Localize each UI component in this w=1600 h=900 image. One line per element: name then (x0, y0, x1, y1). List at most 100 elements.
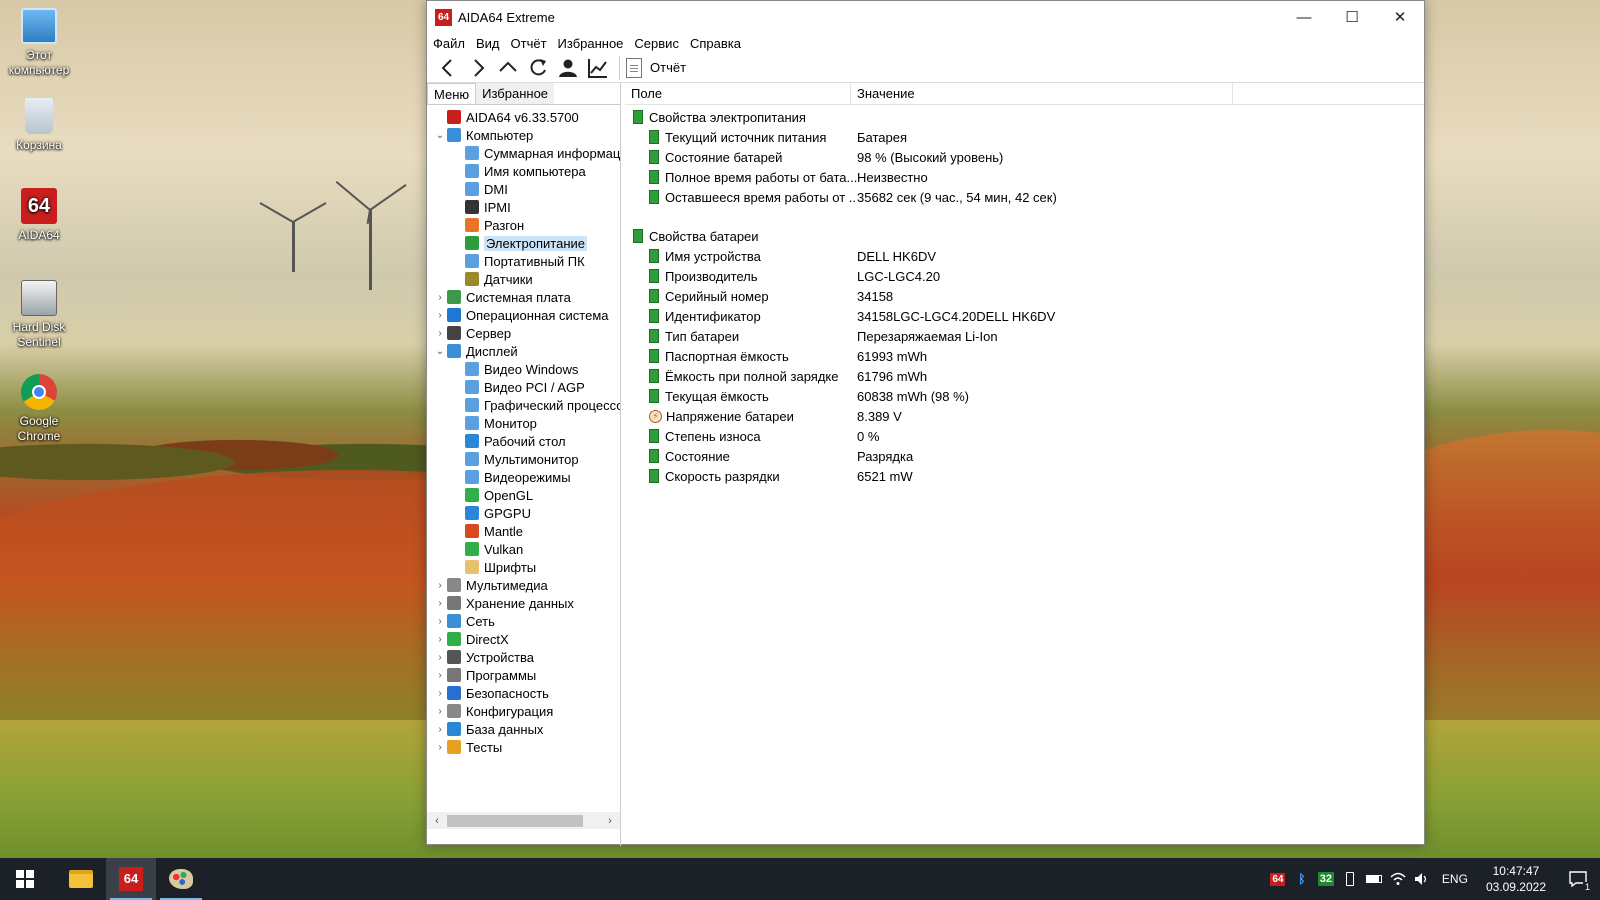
column-value[interactable]: Значение (851, 82, 1233, 105)
chevron-right-icon[interactable]: › (433, 616, 447, 627)
desktop-icon-aida64[interactable]: 64 AIDA64 (0, 188, 78, 243)
tab-menu[interactable]: Меню (427, 83, 477, 104)
tree-item[interactable]: Рабочий стол (427, 432, 620, 450)
details-row[interactable]: Текущая ёмкость 60838 mWh (98 %) (625, 386, 1424, 406)
section-header[interactable]: Свойства батареи (625, 226, 1424, 246)
tree-item[interactable]: Суммарная информация (427, 144, 620, 162)
chevron-right-icon[interactable]: › (433, 292, 447, 303)
tree-item[interactable]: Видео Windows (427, 360, 620, 378)
desktop-icon-recycle-bin[interactable]: Корзина (0, 98, 78, 153)
desktop-icon-chrome[interactable]: Google Chrome (0, 374, 78, 444)
notification-center[interactable]: 1 (1556, 858, 1600, 900)
menu-file[interactable]: Файл (433, 36, 465, 51)
chevron-down-icon[interactable]: ⌄ (433, 130, 447, 141)
tree-item[interactable]: AIDA64 v6.33.5700 (427, 108, 620, 126)
tree-item[interactable]: Портативный ПК (427, 252, 620, 270)
chart-button[interactable] (583, 54, 613, 82)
chevron-right-icon[interactable]: › (433, 706, 447, 717)
tree-item[interactable]: › Тесты (427, 738, 620, 756)
tree-item[interactable]: › Программы (427, 666, 620, 684)
menu-service[interactable]: Сервис (634, 36, 679, 51)
tree-item[interactable]: ⌄ Дисплей (427, 342, 620, 360)
tree-item[interactable]: Mantle (427, 522, 620, 540)
back-button[interactable] (433, 54, 463, 82)
tree-item[interactable]: › Операционная система (427, 306, 620, 324)
refresh-button[interactable] (523, 54, 553, 82)
tree-item[interactable]: › Хранение данных (427, 594, 620, 612)
details-row[interactable]: Производитель LGC-LGC4.20 (625, 266, 1424, 286)
clock[interactable]: 10:47:47 03.09.2022 (1476, 863, 1556, 895)
chevron-right-icon[interactable]: › (433, 652, 447, 663)
details-row[interactable]: Имя устройства DELL HK6DV (625, 246, 1424, 266)
usb-drive-icon[interactable] (1338, 858, 1362, 900)
details-row[interactable]: Тип батареи Перезаряжаемая Li-Ion (625, 326, 1424, 346)
column-field[interactable]: Поле (625, 82, 851, 105)
details-row[interactable]: Текущий источник питания Батарея (625, 127, 1424, 147)
tree-item[interactable]: › Устройства (427, 648, 620, 666)
chevron-right-icon[interactable]: › (433, 742, 447, 753)
tree-item[interactable]: GPGPU (427, 504, 620, 522)
tree-item[interactable]: IPMI (427, 198, 620, 216)
tree-item[interactable]: › База данных (427, 720, 620, 738)
menu-help[interactable]: Справка (690, 36, 741, 51)
details-row[interactable]: Скорость разрядки 6521 mW (625, 466, 1424, 486)
tree-item[interactable]: Датчики (427, 270, 620, 288)
maximize-button[interactable]: ☐ (1328, 1, 1376, 33)
tree-item[interactable]: › Сервер (427, 324, 620, 342)
menu-view[interactable]: Вид (476, 36, 500, 51)
section-header[interactable]: Свойства электропитания (625, 107, 1424, 127)
details-row[interactable]: Состояние батарей 98 % (Высокий уровень) (625, 147, 1424, 167)
close-button[interactable]: ✕ (1376, 1, 1424, 33)
chevron-right-icon[interactable]: › (433, 688, 447, 699)
tree-item[interactable]: Видеорежимы (427, 468, 620, 486)
tree-item[interactable]: › DirectX (427, 630, 620, 648)
tree-item[interactable]: › Сеть (427, 612, 620, 630)
battery-icon[interactable] (1362, 858, 1386, 900)
tree-item[interactable]: Графический процессор (427, 396, 620, 414)
tree-item[interactable]: › Мультимедиа (427, 576, 620, 594)
tree-item[interactable]: › Системная плата (427, 288, 620, 306)
tree-item[interactable]: Мультимонитор (427, 450, 620, 468)
details-row[interactable]: Состояние Разрядка (625, 446, 1424, 466)
details-row[interactable]: ⚡ Напряжение батареи 8.389 V (625, 406, 1424, 426)
title-bar[interactable]: 64 AIDA64 Extreme — ☐ ✕ (427, 1, 1424, 33)
horizontal-scrollbar[interactable]: ‹ › (427, 812, 620, 829)
forward-button[interactable] (463, 54, 493, 82)
details-row[interactable]: Оставшееся время работы от ... 35682 сек … (625, 187, 1424, 207)
tree-item[interactable]: Vulkan (427, 540, 620, 558)
tab-favorites[interactable]: Избранное (476, 83, 555, 104)
tree-item[interactable]: › Безопасность (427, 684, 620, 702)
tree-item[interactable]: ⌄ Компьютер (427, 126, 620, 144)
details-row[interactable]: Идентификатор 34158LGC-LGC4.20DELL HK6DV (625, 306, 1424, 326)
chevron-right-icon[interactable]: › (433, 580, 447, 591)
tree-item[interactable]: DMI (427, 180, 620, 198)
details-row[interactable]: Паспортная ёмкость 61993 mWh (625, 346, 1424, 366)
scroll-right-icon[interactable]: › (600, 815, 620, 827)
start-button[interactable] (0, 858, 50, 900)
tree-item[interactable]: Разгон (427, 216, 620, 234)
taskbar-explorer[interactable] (56, 858, 106, 900)
chevron-right-icon[interactable]: › (433, 598, 447, 609)
details-row[interactable]: Серийный номер 34158 (625, 286, 1424, 306)
desktop-icon-hard-disk-sentinel[interactable]: Hard Disk Sentinel (0, 280, 78, 350)
chevron-right-icon[interactable]: › (433, 310, 447, 321)
tree-item[interactable]: OpenGL (427, 486, 620, 504)
tree-item[interactable]: Монитор (427, 414, 620, 432)
user-button[interactable] (553, 54, 583, 82)
volume-icon[interactable] (1410, 858, 1434, 900)
tree-item[interactable]: Электропитание (427, 234, 620, 252)
details-row[interactable]: Степень износа 0 % (625, 426, 1424, 446)
tray-temperature-badge[interactable]: 32 (1314, 858, 1338, 900)
wifi-icon[interactable] (1386, 858, 1410, 900)
taskbar-aida64[interactable]: 64 (106, 858, 156, 900)
scroll-left-icon[interactable]: ‹ (427, 815, 447, 827)
bluetooth-icon[interactable]: ᛒ (1290, 858, 1314, 900)
tree-item[interactable]: Видео PCI / AGP (427, 378, 620, 396)
tree-item[interactable]: Шрифты (427, 558, 620, 576)
taskbar-paint[interactable] (156, 858, 206, 900)
report-button[interactable]: Отчёт (650, 60, 686, 75)
details-row[interactable]: Ёмкость при полной зарядке 61796 mWh (625, 366, 1424, 386)
desktop-icon-this-pc[interactable]: Этот компьютер (0, 8, 78, 78)
chevron-right-icon[interactable]: › (433, 670, 447, 681)
chevron-right-icon[interactable]: › (433, 328, 447, 339)
